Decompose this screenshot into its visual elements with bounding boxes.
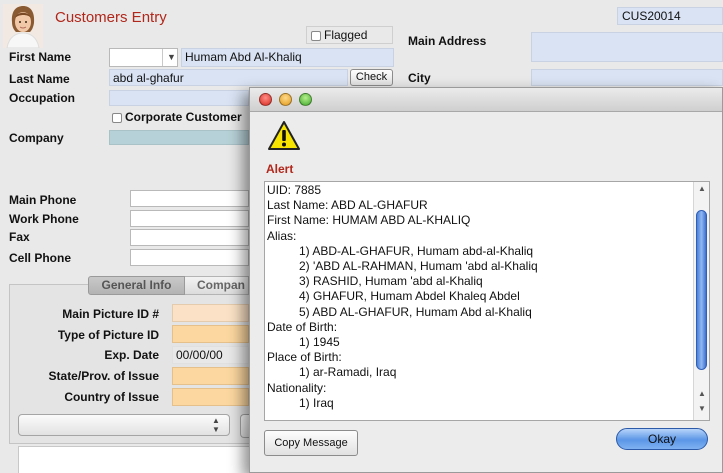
zoom-window-button[interactable] — [299, 93, 312, 106]
main-address-field[interactable] — [531, 32, 723, 62]
alert-message-line: Place of Birth: — [267, 350, 342, 365]
avatar — [3, 4, 43, 48]
alert-message-line: 5) ABD AL-GHAFUR, Humam Abd al-Khaliq — [299, 304, 532, 319]
check-button[interactable]: Check — [350, 69, 393, 86]
alert-message-line: Nationality: — [267, 380, 327, 395]
notes-area[interactable] — [18, 446, 250, 473]
dropdown-arrow-icon: ▼ — [167, 52, 176, 62]
occupation-field[interactable] — [109, 90, 249, 106]
alert-message-line: Date of Birth: — [267, 319, 338, 334]
name-prefix-select[interactable]: ▼ — [109, 48, 178, 67]
window-title: Customers Entry — [55, 9, 167, 26]
alert-message-line: 4) GHAFUR, Humam Abdel Khaleq Abdel — [299, 289, 520, 304]
last-name-label: Last Name — [9, 72, 70, 86]
occupation-label: Occupation — [9, 91, 76, 105]
flagged-box-outline — [306, 26, 393, 44]
scroll-up-arrow-icon-lower: ▲ — [698, 389, 706, 398]
alert-message-line: First Name: HUMAM ABD AL-KHALIQ — [267, 213, 471, 228]
tab-general-info[interactable]: General Info — [88, 276, 185, 295]
alert-message-box[interactable]: UID: 7885 Last Name: ABD AL-GHAFUR First N… — [264, 181, 710, 421]
alert-message-line: 3) RASHID, Humam 'abd al-Khaliq — [299, 274, 483, 289]
message-scrollbar[interactable]: ▲ ▲ ▼ — [693, 182, 709, 420]
alert-message-line: 2) 'ABD AL-RAHMAN, Humam 'abd al-Khaliq — [299, 259, 538, 274]
city-field[interactable] — [531, 69, 723, 86]
warning-triangle-icon — [267, 120, 301, 152]
type-of-picture-id-field[interactable] — [172, 325, 249, 343]
fax-field[interactable] — [130, 229, 249, 246]
okay-button[interactable]: Okay — [616, 428, 708, 450]
stepper-arrows-icon: ▲ ▼ — [212, 416, 220, 434]
first-name-field[interactable]: Humam Abd Al-Khaliq — [181, 48, 394, 67]
close-window-button[interactable] — [259, 93, 272, 106]
alert-message-line: Last Name: ABD AL-GHAFUR — [267, 198, 428, 213]
alert-heading: Alert — [266, 162, 294, 176]
work-phone-field[interactable] — [130, 210, 249, 227]
country-of-issue-label: Country of Issue — [64, 390, 159, 404]
main-phone-field[interactable] — [130, 190, 249, 207]
city-label: City — [408, 71, 431, 85]
alert-message-text: UID: 7885 Last Name: ABD AL-GHAFUR First N… — [267, 183, 692, 411]
corporate-customer-label: Corporate Customer — [125, 110, 242, 124]
exp-date-field[interactable]: 00/00/00 — [172, 346, 249, 364]
alert-message-line: 1) ar-Ramadi, Iraq — [299, 365, 397, 380]
main-address-label: Main Address — [408, 34, 487, 48]
record-id-field[interactable]: CUS20014 — [617, 7, 723, 25]
alert-message-line: UID: 7885 — [267, 183, 322, 197]
state-of-issue-label: State/Prov. of Issue — [48, 369, 159, 383]
main-picture-id-field[interactable] — [172, 304, 249, 322]
cell-phone-label: Cell Phone — [9, 251, 72, 265]
alert-message-line: Alias: — [267, 228, 297, 243]
company-label: Company — [9, 131, 64, 145]
first-name-label: First Name — [9, 50, 72, 64]
scroll-down-arrow-icon: ▼ — [698, 404, 706, 413]
corporate-customer-checkbox[interactable] — [112, 113, 122, 123]
company-field[interactable] — [109, 130, 249, 145]
main-picture-id-label: Main Picture ID # — [62, 307, 159, 321]
scroll-up-arrow-icon: ▲ — [698, 184, 706, 193]
exp-date-label: Exp. Date — [104, 348, 159, 362]
alert-message-line: 1) Iraq — [299, 395, 334, 410]
state-of-issue-field[interactable] — [172, 367, 249, 385]
alert-message-line: 1) 1945 — [299, 335, 340, 350]
type-of-picture-id-label: Type of Picture ID — [57, 328, 159, 342]
main-phone-label: Main Phone — [9, 193, 77, 207]
copy-message-button[interactable]: Copy Message — [264, 430, 358, 456]
alert-dialog: Alert UID: 7885 Last Name: ABD AL-GHAFUR F… — [249, 87, 723, 473]
dialog-titlebar[interactable] — [250, 88, 722, 112]
tab-company[interactable]: Compan — [185, 276, 249, 295]
last-name-field[interactable]: abd al-ghafur — [109, 69, 348, 86]
cell-phone-field[interactable] — [130, 249, 249, 266]
fax-label: Fax — [9, 230, 30, 244]
popup-select[interactable]: ▲ ▼ — [18, 414, 230, 436]
work-phone-label: Work Phone — [9, 212, 79, 226]
scrollbar-thumb[interactable] — [696, 210, 707, 370]
alert-message-line: 1) ABD-AL-GHAFUR, Humam abd-al-Khaliq — [299, 243, 534, 258]
minimize-window-button[interactable] — [279, 93, 292, 106]
country-of-issue-field[interactable] — [172, 388, 249, 406]
